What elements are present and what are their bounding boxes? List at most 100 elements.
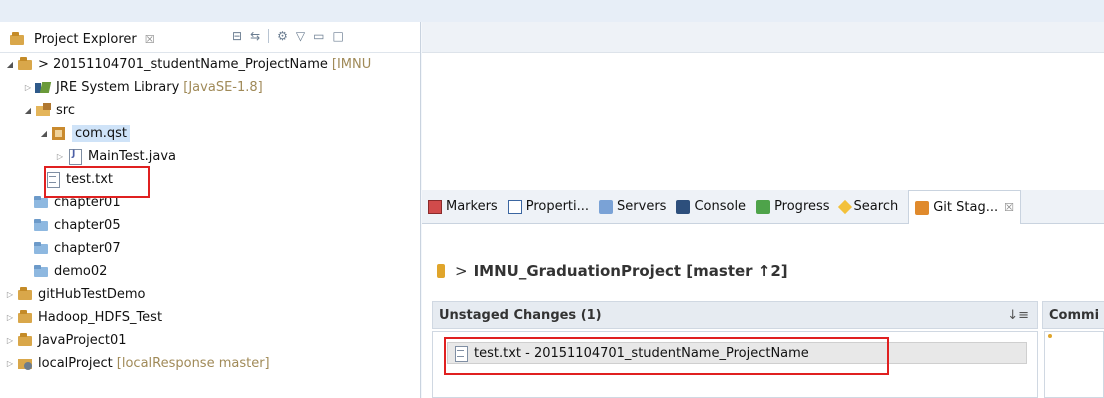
highlight-box	[444, 337, 889, 375]
source-folder-icon	[35, 103, 52, 117]
tree-item-maintest[interactable]: ▷ MainTest.java	[54, 145, 176, 167]
project-icon	[17, 287, 34, 301]
highlight-box	[44, 166, 150, 198]
tab-progress[interactable]: Progress	[756, 199, 830, 214]
progress-icon	[756, 199, 771, 214]
commit-message-title: Commi	[1049, 307, 1100, 323]
console-icon	[676, 199, 691, 214]
tab-console[interactable]: Console	[676, 199, 746, 214]
close-icon[interactable]: ☒	[1004, 201, 1014, 214]
search-icon	[837, 199, 852, 214]
editor-area	[422, 22, 1104, 190]
tab-search[interactable]: Search	[837, 199, 899, 214]
tree-item-label: MainTest.java	[88, 148, 177, 164]
markers-icon	[428, 199, 442, 214]
marker-icon	[1048, 334, 1052, 338]
tree-item-hadoop-hdfs-test[interactable]: ▷ Hadoop_HDFS_Test	[4, 306, 162, 328]
view-tabs: Markers Properti... Servers Console Prog…	[422, 190, 1104, 224]
tree-item-javaproject01[interactable]: ▷ JavaProject01	[4, 329, 127, 351]
filter-icon[interactable]: ⚙	[277, 29, 288, 43]
unstaged-changes-header: Unstaged Changes (1) ↓≡	[432, 301, 1038, 329]
git-project-icon	[17, 356, 34, 370]
properties-icon	[507, 199, 522, 214]
tab-properties[interactable]: Properti...	[507, 199, 590, 214]
commit-message-header: Commi	[1042, 301, 1104, 329]
tree-item-label: demo02	[54, 263, 108, 279]
repository-icon	[437, 264, 445, 278]
project-explorer-title: Project Explorer	[34, 31, 137, 47]
project-icon	[17, 57, 34, 71]
tree-item-label: > 20151104701_studentName_ProjectName	[38, 56, 328, 72]
tree-item-package[interactable]: ◢ com.qst	[38, 122, 131, 144]
package-icon	[51, 126, 68, 140]
repository-name: IMNU_GraduationProject [master ↑2]	[473, 262, 788, 280]
tree-item-label: com.qst	[72, 124, 131, 142]
project-explorer-panel: Project Explorer ☒ ⊟ ⇆ ⚙ ▽ ▭ □ ◢ > 20151…	[0, 22, 421, 398]
tree-item-src[interactable]: ◢ src	[22, 99, 75, 121]
tab-markers[interactable]: Markers	[428, 199, 498, 214]
tab-label: Markers	[446, 199, 498, 214]
expand-arrow-icon[interactable]: ◢	[4, 60, 16, 69]
tree-item-label: chapter07	[54, 240, 121, 256]
folder-icon	[33, 241, 50, 255]
tree-item-localproject[interactable]: ▷ localProject [localResponse master]	[4, 352, 270, 374]
tab-label: Git Stag...	[933, 200, 999, 215]
jre-library-icon	[35, 80, 52, 94]
tree-item-decoration: [IMNU	[331, 56, 372, 72]
toolbar-separator	[268, 29, 270, 43]
collapse-arrow-icon[interactable]: ▷	[22, 83, 34, 92]
tree-item-jre[interactable]: ▷ JRE System Library [JavaSE-1.8]	[22, 76, 263, 98]
tree-item-label: Hadoop_HDFS_Test	[38, 309, 163, 325]
collapse-arrow-icon[interactable]: ▷	[4, 336, 16, 345]
tab-label: Properti...	[525, 199, 590, 214]
tree-item-githubtestdemo[interactable]: ▷ gitHubTestDemo	[4, 283, 146, 305]
tree-item-label: localProject	[38, 355, 113, 371]
project-explorer-icon	[9, 32, 26, 46]
link-with-editor-icon[interactable]: ⇆	[250, 29, 260, 43]
view-menu-icon[interactable]: ▽	[296, 29, 305, 43]
java-file-icon	[67, 149, 84, 165]
tree-item-label: JavaProject01	[38, 332, 127, 348]
close-icon[interactable]: ☒	[145, 33, 155, 46]
collapse-arrow-icon[interactable]: ▷	[4, 359, 16, 368]
repository-prefix: >	[455, 262, 468, 280]
collapse-arrow-icon[interactable]: ▷	[4, 313, 16, 322]
maximize-icon[interactable]: □	[332, 29, 343, 43]
tab-label: Search	[853, 199, 899, 214]
servers-icon	[599, 199, 614, 214]
expand-arrow-icon[interactable]: ◢	[38, 129, 50, 138]
editor-tab-strip	[422, 22, 1104, 53]
top-strip	[0, 0, 1104, 22]
project-icon	[17, 310, 34, 324]
git-staging-icon	[915, 200, 930, 215]
tree-item-label: chapter05	[54, 217, 121, 233]
tab-servers[interactable]: Servers	[599, 199, 666, 214]
collapse-arrow-icon[interactable]: ▷	[4, 290, 16, 299]
commit-message-field[interactable]	[1044, 331, 1104, 398]
collapse-all-icon[interactable]: ⊟	[232, 29, 242, 43]
folder-icon	[33, 218, 50, 232]
tree-item-chapter07[interactable]: chapter07	[32, 237, 121, 259]
collapse-arrow-icon[interactable]: ▷	[54, 152, 66, 161]
project-icon	[17, 333, 34, 347]
tab-project-explorer[interactable]: Project Explorer ☒	[8, 27, 155, 51]
explorer-toolbar: ⊟ ⇆ ⚙ ▽ ▭ □	[232, 29, 344, 43]
tree-item-label: JRE System Library	[56, 79, 180, 95]
tree-item-chapter05[interactable]: chapter05	[32, 214, 121, 236]
tab-git-staging[interactable]: Git Stag... ☒	[908, 190, 1021, 224]
tree-item-decoration: [localResponse master]	[116, 355, 270, 371]
tab-label: Console	[694, 199, 747, 214]
unstaged-changes-title: Unstaged Changes (1)	[439, 307, 602, 323]
tab-label: Progress	[774, 199, 830, 214]
tree-item-project[interactable]: ◢ > 20151104701_studentName_ProjectName …	[4, 53, 371, 75]
folder-icon	[33, 264, 50, 278]
tree-item-decoration: [JavaSE-1.8]	[183, 79, 263, 95]
tree-item-label: gitHubTestDemo	[38, 286, 146, 302]
tree-item-label: src	[56, 102, 75, 118]
sort-icon[interactable]: ↓≡	[1007, 308, 1029, 323]
minimize-icon[interactable]: ▭	[313, 29, 324, 43]
expand-arrow-icon[interactable]: ◢	[22, 106, 34, 115]
tree-item-demo02[interactable]: demo02	[32, 260, 107, 282]
repository-title: > IMNU_GraduationProject [master ↑2]	[437, 262, 788, 280]
project-explorer-header: Project Explorer ☒ ⊟ ⇆ ⚙ ▽ ▭ □	[0, 22, 420, 53]
